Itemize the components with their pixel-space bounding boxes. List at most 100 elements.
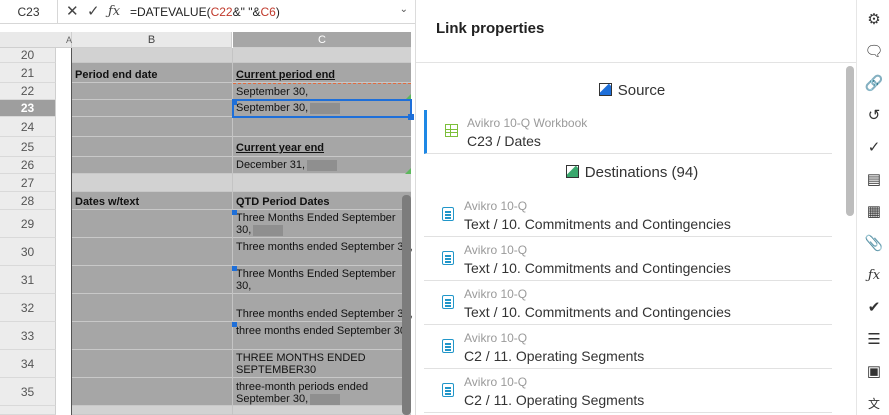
formula-prefix: =DATEVALUE( bbox=[130, 5, 211, 19]
row-header-29[interactable]: 29 bbox=[0, 210, 56, 238]
row-header-31[interactable]: 31 bbox=[0, 266, 56, 294]
redacted-year bbox=[253, 224, 284, 236]
cell-c35-line2-text: September 30, bbox=[236, 393, 309, 405]
column-header-c[interactable]: C bbox=[233, 32, 411, 48]
row-header-20[interactable]: 20 bbox=[0, 48, 56, 63]
cell-c26[interactable]: December 31, bbox=[236, 159, 338, 171]
document-icon bbox=[442, 339, 454, 353]
cell-c29-line1: Three Months Ended September bbox=[236, 212, 396, 224]
document-icon bbox=[442, 295, 454, 309]
panel-title: Link properties bbox=[436, 20, 545, 37]
table-icon[interactable]: ▦ bbox=[862, 201, 886, 223]
destination-item-doc: Avikro 10-Q bbox=[464, 243, 528, 257]
formula-bar: C23 ✕ ✓ ƒx =DATEVALUE(C22&" "&C6) ⌄ bbox=[0, 0, 415, 24]
destination-item-location: Text / 10. Commitments and Contingencies bbox=[464, 260, 731, 276]
destination-item-doc: Avikro 10-Q bbox=[464, 287, 528, 301]
cell-b21[interactable]: Period end date bbox=[75, 69, 158, 81]
destination-item-location: Text / 10. Commitments and Contingencies bbox=[464, 216, 731, 232]
row-header-30[interactable]: 30 bbox=[0, 238, 56, 266]
document-icon bbox=[442, 251, 454, 265]
row-header-36[interactable] bbox=[0, 406, 56, 415]
row-24 bbox=[72, 117, 411, 137]
translate-icon[interactable]: 文 bbox=[862, 393, 886, 415]
function-icon[interactable]: ƒx bbox=[108, 2, 120, 22]
cell-c31-line2: 30, bbox=[236, 280, 252, 292]
panel-scrollbar[interactable] bbox=[846, 66, 854, 216]
row-36 bbox=[72, 406, 411, 415]
check-circle-icon[interactable]: ✔ bbox=[862, 297, 886, 319]
check-x-icon[interactable]: ✓ bbox=[862, 137, 886, 159]
cell-c29-line2: 30, bbox=[236, 224, 396, 236]
cancel-formula-icon[interactable]: ✕ bbox=[66, 2, 79, 22]
report-icon[interactable]: ▤ bbox=[862, 169, 886, 191]
cell-c21[interactable]: Current period end bbox=[236, 69, 335, 81]
gear-icon[interactable]: ⚙ bbox=[862, 9, 886, 31]
cell-c31[interactable]: Three Months Ended September 30, bbox=[236, 268, 396, 292]
history-icon[interactable]: ↺ bbox=[862, 105, 886, 127]
row-header-28[interactable]: 28 bbox=[0, 192, 56, 210]
row-header-35[interactable]: 35 bbox=[0, 378, 56, 406]
cell-c30[interactable]: Three months ended September 30, bbox=[236, 241, 413, 253]
cell-c29[interactable]: Three Months Ended September 30, bbox=[236, 212, 396, 236]
row-header-32[interactable]: 32 bbox=[0, 294, 56, 322]
cell-c34-line2: SEPTEMBER30 bbox=[236, 364, 317, 376]
cell-c35[interactable]: three-month periods ended September 30, bbox=[236, 381, 368, 405]
destination-item[interactable]: Avikro 10-Q Text / 10. Commitments and C… bbox=[424, 237, 832, 281]
link-marker-icon bbox=[232, 322, 237, 327]
column-header-b[interactable]: B bbox=[72, 32, 232, 48]
formula-suffix: ) bbox=[275, 5, 280, 19]
source-header: Source bbox=[416, 82, 848, 99]
function-icon[interactable]: ƒx bbox=[862, 265, 886, 287]
link-marker-icon bbox=[232, 266, 237, 271]
cell-c28[interactable]: QTD Period Dates bbox=[236, 196, 330, 208]
destination-item[interactable]: Avikro 10-Q C2 / 11. Operating Segments bbox=[424, 369, 832, 413]
destination-item[interactable]: Avikro 10-Q C2 / 11. Operating Segments bbox=[424, 325, 832, 369]
link-marker-icon bbox=[405, 168, 411, 174]
destination-item-location: C2 / 11. Operating Segments bbox=[464, 348, 645, 364]
cell-c25[interactable]: Current year end bbox=[236, 142, 324, 154]
fill-handle[interactable] bbox=[408, 114, 414, 120]
destination-icon bbox=[565, 165, 579, 178]
row-header-33[interactable]: 33 bbox=[0, 322, 56, 350]
destinations-header-label: Destinations (94) bbox=[584, 164, 699, 181]
cell-c34[interactable]: THREE MONTHS ENDED SEPTEMBER30 bbox=[236, 352, 366, 376]
formula-ref-c22: C22 bbox=[210, 5, 233, 19]
cell-c32[interactable]: Three months ended September 30, bbox=[236, 308, 413, 320]
row-header-21[interactable]: 21 bbox=[0, 63, 56, 83]
chevron-down-icon[interactable]: ⌄ bbox=[400, 4, 408, 15]
cell-reference-box[interactable]: C23 bbox=[0, 0, 58, 24]
confirm-formula-icon[interactable]: ✓ bbox=[87, 2, 100, 22]
comment-icon[interactable]: 🗨 bbox=[862, 41, 886, 63]
cell-c22[interactable]: September 30, bbox=[236, 86, 308, 98]
destination-item[interactable]: Avikro 10-Q Text / 10. Commitments and C… bbox=[424, 193, 832, 237]
destination-item-doc: Avikro 10-Q bbox=[464, 199, 528, 213]
source-item[interactable]: Avikro 10-Q Workbook C23 / Dates bbox=[424, 110, 832, 154]
cell-c35-line2: September 30, bbox=[236, 393, 368, 405]
row-header-24[interactable]: 24 bbox=[0, 117, 56, 137]
paperclip-icon[interactable]: 📎 bbox=[862, 233, 886, 255]
formula-mid: &" "& bbox=[232, 5, 261, 19]
cell-c33[interactable]: three months ended September 30, bbox=[236, 325, 409, 337]
document-icon[interactable]: ▣ bbox=[862, 361, 886, 383]
destination-item[interactable]: Avikro 10-Q Text / 10. Commitments and C… bbox=[424, 281, 832, 325]
link-icon[interactable]: 🔗 bbox=[862, 73, 886, 95]
row-header-34[interactable]: 34 bbox=[0, 350, 56, 378]
row-header-23[interactable]: 23 bbox=[0, 100, 56, 117]
row-header-27[interactable]: 27 bbox=[0, 174, 56, 192]
comments-icon[interactable]: ☰ bbox=[862, 329, 886, 351]
cell-c31-line1: Three Months Ended September bbox=[236, 268, 396, 280]
cell-b28[interactable]: Dates w/text bbox=[75, 196, 139, 208]
cell-c34-line1: THREE MONTHS ENDED bbox=[236, 352, 366, 364]
source-item-workbook: Avikro 10-Q Workbook bbox=[467, 116, 588, 130]
link-marker-icon bbox=[232, 210, 237, 215]
row-header-26[interactable]: 26 bbox=[0, 157, 56, 174]
row-header-25[interactable]: 25 bbox=[0, 137, 56, 157]
column-a-area bbox=[56, 48, 72, 415]
select-all-corner[interactable] bbox=[0, 32, 72, 48]
source-icon bbox=[598, 83, 612, 96]
copy-marquee bbox=[233, 83, 411, 84]
formula-input[interactable]: =DATEVALUE(C22&" "&C6) bbox=[130, 0, 280, 24]
source-header-label: Source bbox=[617, 82, 666, 99]
sheet-scrollbar[interactable] bbox=[402, 195, 411, 415]
row-header-22[interactable]: 22 bbox=[0, 83, 56, 100]
